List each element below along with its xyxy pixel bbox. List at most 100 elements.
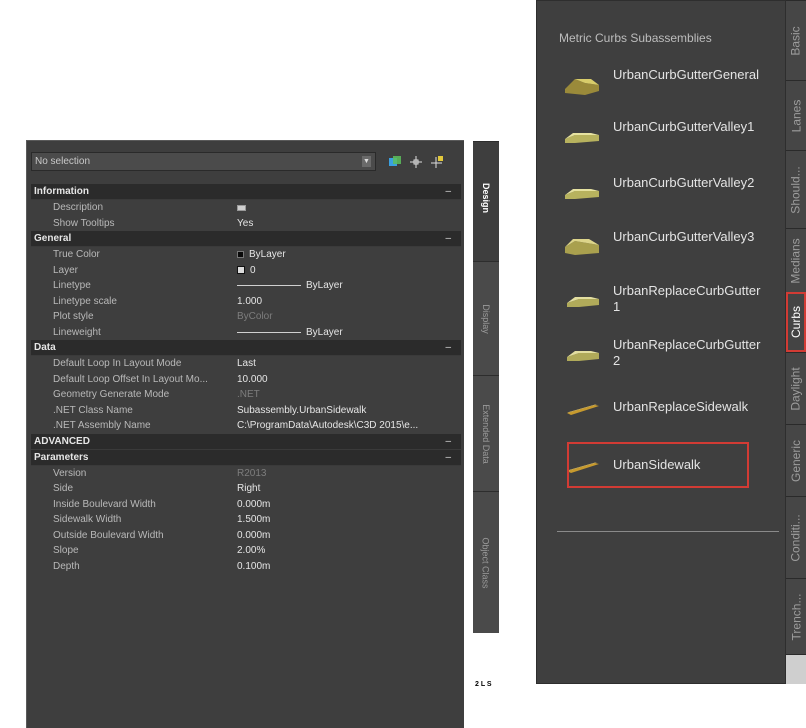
property-row[interactable]: Inside Boulevard Width 0.000m: [31, 497, 461, 513]
tab-label: Curbs: [789, 305, 804, 339]
property-value[interactable]: Last: [237, 356, 461, 372]
category-information[interactable]: Information –: [31, 184, 461, 200]
replace-curb-gutter-icon: [561, 343, 605, 367]
tab-curbs[interactable]: Curbs: [786, 292, 806, 352]
property-row[interactable]: Lineweight ByLayer: [31, 325, 461, 341]
property-value-text: ByLayer: [306, 326, 343, 338]
curb-gutter-valley-icon: [561, 181, 605, 205]
tab-label: Design: [481, 182, 492, 213]
tab-shoulders[interactable]: Should...: [786, 150, 806, 228]
tab-display[interactable]: Display: [473, 261, 499, 375]
selection-dropdown[interactable]: No selection ▼: [31, 152, 376, 171]
property-value[interactable]: 10.000: [237, 372, 461, 388]
property-value[interactable]: 1.500m: [237, 512, 461, 528]
property-value[interactable]: ByLayer: [237, 278, 461, 294]
tool-urban-replace-curb-gutter-2[interactable]: UrbanReplaceCurbGutter2: [561, 337, 771, 369]
tool-urban-curb-gutter-valley-3[interactable]: UrbanCurbGutterValley3: [561, 229, 771, 259]
property-value[interactable]: ByLayer: [237, 325, 461, 341]
tab-more[interactable]: [786, 654, 806, 684]
property-value[interactable]: 0.000m: [237, 528, 461, 544]
tab-conditional[interactable]: Conditi...: [786, 496, 806, 578]
property-value[interactable]: C:\ProgramData\Autodesk\C3D 2015\e...: [237, 418, 461, 434]
property-value-text: 0: [250, 264, 256, 276]
collapse-icon[interactable]: –: [445, 434, 451, 450]
tab-basic[interactable]: Basic: [786, 0, 806, 80]
property-row[interactable]: Slope 2.00%: [31, 543, 461, 559]
property-row[interactable]: Linetype ByLayer: [31, 278, 461, 294]
tab-generic[interactable]: Generic: [786, 424, 806, 496]
property-row[interactable]: Layer 0: [31, 263, 461, 279]
property-row[interactable]: Show Tooltips Yes: [31, 216, 461, 232]
tab-label: Conditi...: [789, 513, 804, 562]
tab-object-class[interactable]: Object Class: [473, 491, 499, 633]
replace-curb-gutter-icon: [561, 289, 605, 313]
property-value[interactable]: 2.00%: [237, 543, 461, 559]
property-value[interactable]: [237, 200, 461, 216]
property-row[interactable]: Linetype scale 1.000: [31, 294, 461, 310]
tool-urban-curb-gutter-valley-1[interactable]: UrbanCurbGutterValley1: [561, 119, 771, 149]
property-key: Lineweight: [53, 326, 101, 338]
collapse-icon[interactable]: –: [445, 231, 451, 247]
tool-palette-tabs: Basic Lanes Should... Medians Curbs Dayl…: [786, 0, 806, 684]
property-value[interactable]: Yes: [237, 216, 461, 232]
category-parameters[interactable]: Parameters –: [31, 449, 461, 466]
selection-dropdown-value: No selection: [35, 156, 91, 167]
property-key: Side: [53, 483, 74, 494]
chevron-down-icon[interactable]: ▼: [362, 156, 371, 167]
property-value[interactable]: 0.100m: [237, 559, 461, 575]
curb-gutter-general-icon: [561, 73, 605, 97]
collapse-icon[interactable]: –: [445, 184, 451, 200]
property-value[interactable]: Right: [237, 481, 461, 497]
tab-extended-data[interactable]: Extended Data: [473, 375, 499, 491]
property-value[interactable]: ByLayer: [237, 247, 461, 263]
tool-palette: Metric Curbs Subassemblies UrbanCurbGutt…: [536, 0, 806, 684]
tool-urban-curb-gutter-valley-2[interactable]: UrbanCurbGutterValley2: [561, 175, 771, 205]
property-row[interactable]: Side Right: [31, 481, 461, 497]
property-row[interactable]: Sidewalk Width 1.500m: [31, 512, 461, 528]
property-row[interactable]: Version R2013: [31, 466, 461, 482]
property-row[interactable]: Plot style ByColor: [31, 309, 461, 325]
property-row[interactable]: Description: [31, 200, 461, 216]
tab-trench[interactable]: Trench...: [786, 578, 806, 654]
property-row[interactable]: Outside Boulevard Width 0.000m: [31, 528, 461, 544]
category-general[interactable]: General –: [31, 231, 461, 247]
category-advanced[interactable]: ADVANCED –: [31, 433, 461, 450]
select-objects-icon[interactable]: [409, 155, 423, 169]
property-row[interactable]: Default Loop Offset In Layout Mo... 10.0…: [31, 372, 461, 388]
selection-bar: No selection ▼: [31, 152, 444, 171]
tool-urban-curb-gutter-general[interactable]: UrbanCurbGutterGeneral: [561, 67, 771, 97]
property-value[interactable]: 0.000m: [237, 497, 461, 513]
category-title: General: [34, 233, 72, 244]
property-key: .NET Assembly Name: [53, 420, 151, 431]
tool-urban-replace-curb-gutter-1[interactable]: UrbanReplaceCurbGutter1: [561, 283, 771, 315]
property-row[interactable]: Geometry Generate Mode .NET: [31, 387, 461, 403]
collapse-icon[interactable]: –: [445, 450, 451, 466]
property-row[interactable]: Depth 0.100m: [31, 559, 461, 575]
property-value[interactable]: 0: [237, 263, 461, 279]
category-title: ADVANCED: [34, 435, 90, 447]
pickadd-icon[interactable]: [430, 155, 444, 169]
property-key: Layer: [53, 264, 79, 276]
tool-name: UrbanReplaceSidewalk: [613, 399, 749, 414]
property-row[interactable]: .NET Class Name Subassembly.UrbanSidewal…: [31, 403, 461, 419]
tab-design[interactable]: Design: [473, 141, 499, 253]
tab-medians[interactable]: Medians: [786, 228, 806, 292]
collapse-icon[interactable]: –: [445, 340, 451, 356]
property-row[interactable]: .NET Assembly Name C:\ProgramData\Autode…: [31, 418, 461, 434]
tool-urban-replace-sidewalk[interactable]: UrbanReplaceSidewalk: [561, 393, 771, 423]
category-data[interactable]: Data –: [31, 340, 461, 356]
tab-lanes[interactable]: Lanes: [786, 80, 806, 150]
quick-select-icon[interactable]: [388, 155, 402, 169]
property-value: ByColor: [237, 311, 273, 322]
category-title: Parameters: [34, 451, 89, 463]
property-key: Linetype scale: [53, 295, 117, 307]
properties-palette: No selection ▼ Information – Description…: [26, 140, 499, 728]
property-row[interactable]: True Color ByLayer: [31, 247, 461, 263]
property-value[interactable]: 1.000: [237, 294, 461, 310]
tool-name: UrbanCurbGutterValley2: [613, 175, 755, 190]
tab-daylight[interactable]: Daylight: [786, 352, 806, 424]
property-value[interactable]: Subassembly.UrbanSidewalk: [237, 403, 461, 419]
tool-name: UrbanCurbGutterGeneral: [613, 67, 759, 82]
property-row[interactable]: Default Loop In Layout Mode Last: [31, 356, 461, 372]
palette-title: Metric Curbs Subassemblies: [559, 31, 712, 45]
